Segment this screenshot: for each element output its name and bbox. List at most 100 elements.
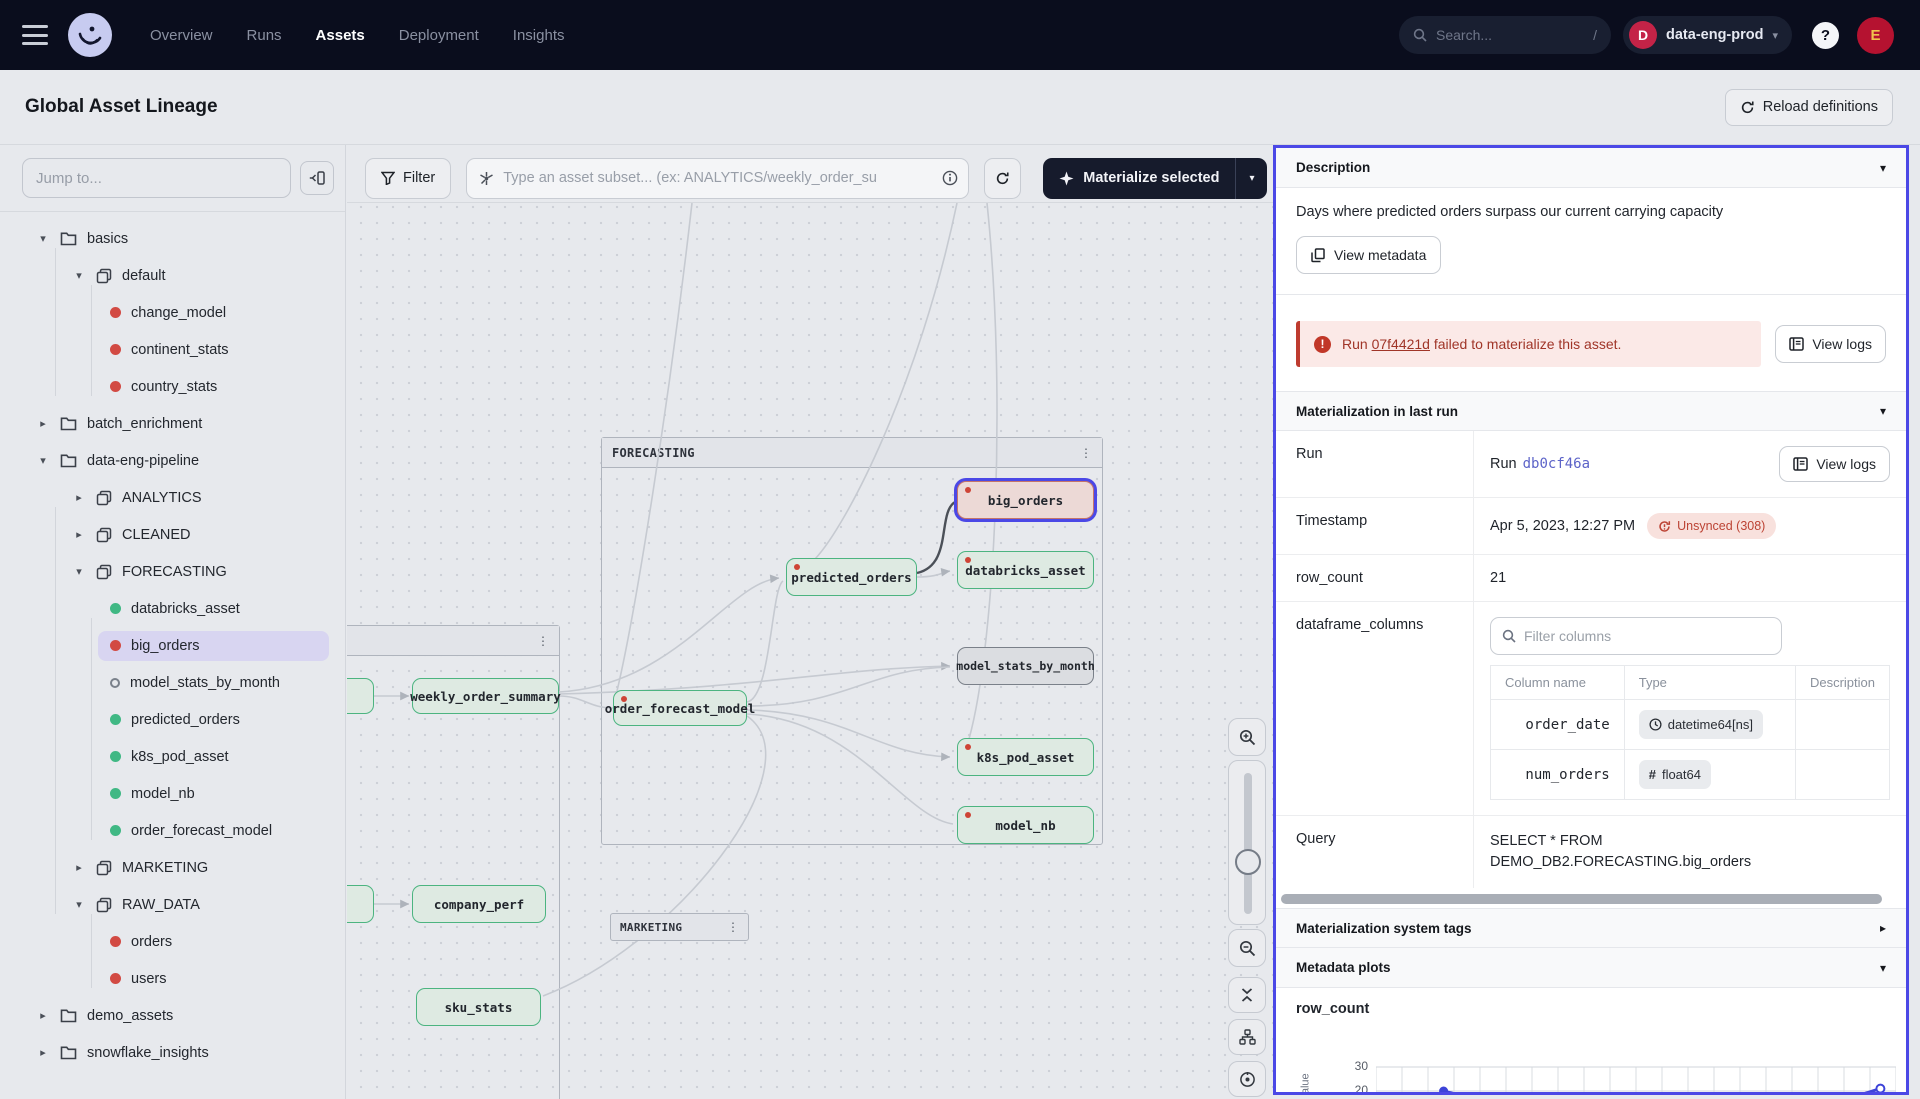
- tree-item-data-eng-pipeline[interactable]: ▾data-eng-pipeline: [0, 442, 345, 479]
- recenter-button[interactable]: [1228, 1061, 1266, 1097]
- asset-node-order-forecast-model[interactable]: order_forecast_model: [613, 690, 747, 726]
- description-section-header[interactable]: Description ▾: [1276, 148, 1906, 188]
- asset-node-weekly-order-summary[interactable]: weekly_order_summary: [412, 678, 559, 714]
- tree-item-big-orders-selected[interactable]: big_orders: [0, 627, 345, 664]
- changed-marker-icon: [965, 812, 971, 818]
- user-avatar[interactable]: E: [1857, 17, 1894, 54]
- tree-item-demo-assets[interactable]: ▸demo_assets: [0, 997, 345, 1034]
- zoom-slider[interactable]: [1228, 760, 1266, 925]
- tree-item-orders[interactable]: orders: [0, 923, 345, 960]
- caret-right-icon[interactable]: ▸: [72, 861, 86, 874]
- asset-node-company-perf[interactable]: company_perf: [412, 885, 546, 923]
- system-tags-section-header[interactable]: Materialization system tags ▸: [1276, 908, 1906, 948]
- collapse-groups-button[interactable]: [1228, 977, 1266, 1013]
- asset-node-big-orders-selected[interactable]: big_orders: [957, 481, 1094, 519]
- tree-item-model-stats-by-month[interactable]: model_stats_by_month: [0, 664, 345, 701]
- nav-item-overview[interactable]: Overview: [150, 27, 213, 44]
- asset-node-partial[interactable]: [347, 885, 374, 923]
- tree-item-change-model[interactable]: change_model: [0, 294, 345, 331]
- asset-node-model-stats-by-month[interactable]: model_stats_by_month: [957, 647, 1094, 685]
- caret-right-icon[interactable]: ▸: [36, 1009, 50, 1022]
- tree-item-basics[interactable]: ▾basics: [0, 220, 345, 257]
- asset-node-sku-stats[interactable]: sku_stats: [416, 988, 541, 1026]
- tree-item-predicted-orders[interactable]: predicted_orders: [0, 701, 345, 738]
- tree-item-raw-data[interactable]: ▾RAW_DATA: [0, 886, 345, 923]
- tree-item-marketing[interactable]: ▸MARKETING: [0, 849, 345, 886]
- row-count-chart: Value 30 20 10: [1296, 1023, 1886, 1095]
- tree-item-continent-stats[interactable]: continent_stats: [0, 331, 345, 368]
- caret-down-icon[interactable]: ▾: [36, 232, 50, 245]
- tree-item-k8s-pod-asset[interactable]: k8s_pod_asset: [0, 738, 345, 775]
- reload-definitions-button[interactable]: Reload definitions: [1725, 89, 1893, 126]
- nav-item-assets[interactable]: Assets: [316, 27, 365, 44]
- tree-item-users[interactable]: users: [0, 960, 345, 997]
- tree-item-forecasting[interactable]: ▾FORECASTING: [0, 553, 345, 590]
- panel-collapse-icon: [309, 171, 325, 185]
- tree-item-batch-enrichment[interactable]: ▸batch_enrichment: [0, 405, 345, 442]
- caret-right-icon[interactable]: ▸: [36, 417, 50, 430]
- caret-right-icon[interactable]: ▸: [72, 491, 86, 504]
- group-icon: [96, 860, 112, 876]
- asset-node-k8s-pod-asset[interactable]: k8s_pod_asset: [957, 738, 1094, 776]
- type-chip-datetime: datetime64[ns]: [1639, 710, 1763, 739]
- caret-right-icon[interactable]: ▸: [36, 1046, 50, 1059]
- zoom-slider-handle[interactable]: [1235, 849, 1261, 875]
- tree-item-analytics[interactable]: ▸ANALYTICS: [0, 479, 345, 516]
- materialization-section-header[interactable]: Materialization in last run ▾: [1276, 391, 1906, 431]
- failed-run-link[interactable]: 07f4421d: [1372, 336, 1430, 352]
- caret-down-icon[interactable]: ▾: [72, 565, 86, 578]
- caret-right-icon[interactable]: ▸: [72, 528, 86, 541]
- failure-banner: ! Run 07f4421d failed to materialize thi…: [1296, 321, 1761, 367]
- group-label: MARKETING: [620, 921, 682, 934]
- zoom-slider-track[interactable]: [1244, 773, 1252, 914]
- collapse-sidebar-button[interactable]: [300, 161, 334, 195]
- y-tick: 30: [1334, 1059, 1368, 1073]
- asset-node-databricks-asset[interactable]: databricks_asset: [957, 551, 1094, 589]
- dagster-logo-icon[interactable]: [68, 13, 112, 57]
- asset-subset-input[interactable]: Type an asset subset... (ex: ANALYTICS/w…: [466, 158, 969, 199]
- jump-to-input[interactable]: [22, 158, 291, 198]
- status-dot-red: [110, 344, 121, 355]
- number-icon: #: [1649, 767, 1656, 782]
- help-icon[interactable]: ?: [1812, 22, 1839, 49]
- asset-node-predicted-orders[interactable]: predicted_orders: [786, 558, 917, 596]
- tree-item-default[interactable]: ▾default: [0, 257, 345, 294]
- deployment-switcher[interactable]: D data-eng-prod ▾: [1623, 16, 1792, 54]
- unsynced-badge[interactable]: Unsynced (308): [1647, 513, 1776, 539]
- tree-item-order-forecast-model[interactable]: order_forecast_model: [0, 812, 345, 849]
- run-id-link[interactable]: db0cf46a: [1523, 456, 1590, 472]
- caret-down-icon[interactable]: ▾: [72, 269, 86, 282]
- hamburger-menu-icon[interactable]: [22, 25, 48, 45]
- asset-node-model-nb[interactable]: model_nb: [957, 806, 1094, 844]
- materialize-selected-button[interactable]: Materialize selected ▾: [1043, 158, 1267, 199]
- layout-tree-button[interactable]: [1228, 1019, 1266, 1055]
- collapse-vertical-icon: [1240, 987, 1254, 1003]
- tree-item-cleaned[interactable]: ▸CLEANED: [0, 516, 345, 553]
- filter-columns-input[interactable]: Filter columns: [1490, 617, 1782, 655]
- tree-item-country-stats[interactable]: country_stats: [0, 368, 345, 405]
- metadata-plots-section-header[interactable]: Metadata plots ▾: [1276, 948, 1906, 988]
- caret-down-icon[interactable]: ▾: [72, 898, 86, 911]
- tree-item-model-nb[interactable]: model_nb: [0, 775, 345, 812]
- panel-horizontal-scrollbar[interactable]: [1281, 894, 1901, 904]
- refresh-graph-button[interactable]: [984, 158, 1021, 199]
- group-menu-icon[interactable]: ⋮: [727, 920, 739, 934]
- nav-item-insights[interactable]: Insights: [513, 27, 565, 44]
- scrollbar-thumb[interactable]: [1281, 894, 1882, 904]
- lineage-canvas[interactable]: ⋮ FORECASTING⋮ MARKETING⋮: [347, 145, 1273, 1099]
- asset-node-partial[interactable]: [347, 678, 374, 714]
- zoom-out-button[interactable]: [1228, 929, 1266, 967]
- tree-item-snowflake-insights[interactable]: ▸snowflake_insights: [0, 1034, 345, 1071]
- tree-item-databricks-asset[interactable]: databricks_asset: [0, 590, 345, 627]
- filter-button[interactable]: Filter: [365, 158, 451, 199]
- nav-item-runs[interactable]: Runs: [247, 27, 282, 44]
- materialize-dropdown-button[interactable]: ▾: [1235, 158, 1267, 199]
- view-metadata-button[interactable]: View metadata: [1296, 236, 1441, 274]
- global-search-input[interactable]: Search... /: [1399, 16, 1611, 54]
- caret-down-icon[interactable]: ▾: [36, 454, 50, 467]
- group-box-marketing[interactable]: MARKETING ⋮: [610, 913, 749, 941]
- nav-item-deployment[interactable]: Deployment: [399, 27, 479, 44]
- view-logs-button[interactable]: View logs: [1779, 446, 1890, 482]
- view-logs-button[interactable]: View logs: [1775, 325, 1886, 363]
- zoom-in-button[interactable]: [1228, 718, 1266, 756]
